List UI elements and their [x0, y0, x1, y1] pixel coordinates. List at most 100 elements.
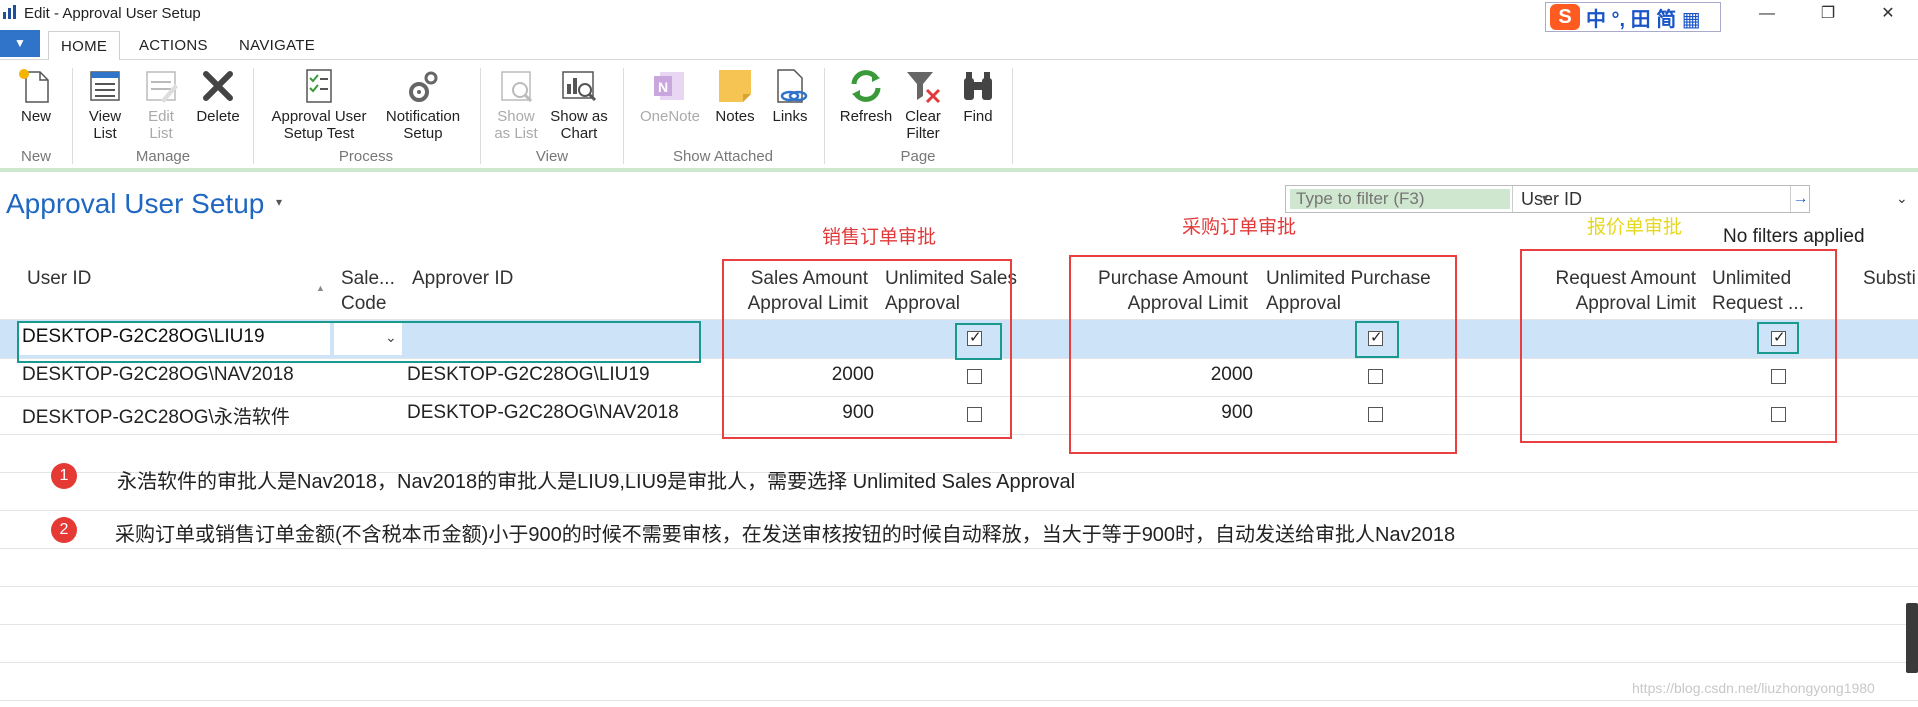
show-as-list-label: Show as List: [494, 108, 538, 142]
group-label-view: View: [535, 148, 569, 165]
ribbon-tabs: ▼ HOME ACTIONS NAVIGATE: [0, 30, 1918, 61]
column-header-sales-code[interactable]: Sale... Code: [341, 266, 395, 316]
sogou-logo-icon: S: [1550, 4, 1580, 30]
divider: [0, 510, 1918, 511]
binoculars-icon: [964, 72, 992, 100]
approval-user-setup-test-button[interactable]: Approval User Setup Test: [264, 66, 374, 142]
highlight-box-purchase-check: [1355, 321, 1399, 358]
highlight-box-request-check: [1757, 322, 1799, 354]
divider: [0, 624, 1918, 625]
separator: [480, 68, 481, 164]
chart-icon: [562, 71, 597, 102]
column-header-approver-id[interactable]: Approver ID: [412, 266, 513, 291]
ribbon: New New View List Edit List Delete Manag…: [0, 60, 1918, 172]
refresh-icon: [851, 70, 881, 102]
find-button[interactable]: Find: [957, 66, 999, 125]
view-list-icon: [90, 71, 120, 101]
tab-navigate[interactable]: NAVIGATE: [227, 31, 327, 60]
sort-ascending-icon: ▲: [316, 283, 325, 293]
column-header-substitute[interactable]: Substi: [1863, 266, 1916, 291]
table-cell-user-id[interactable]: DESKTOP-G2C28OG\NAV2018: [22, 364, 294, 386]
tab-actions[interactable]: ACTIONS: [127, 31, 220, 60]
clear-filter-label: Clear Filter: [905, 108, 941, 142]
onenote-icon: N: [654, 72, 684, 100]
notes-button[interactable]: Notes: [712, 66, 758, 125]
page-title-dropdown-icon[interactable]: ▾: [276, 195, 282, 209]
new-button[interactable]: New: [12, 66, 60, 125]
delete-label: Delete: [196, 108, 240, 125]
notification-setup-button[interactable]: Notification Setup: [378, 66, 468, 142]
table-cell-approver-id[interactable]: DESKTOP-G2C28OG\LIU19: [407, 364, 650, 386]
ime-status-icons: 中 °, ⽥ 简 ▦: [1586, 8, 1701, 31]
edit-list-icon: [146, 71, 178, 103]
collapse-filter-icon[interactable]: ⌄: [1896, 190, 1908, 207]
minimize-button[interactable]: —: [1747, 2, 1787, 26]
edit-list-label: Edit List: [148, 108, 174, 142]
svg-text:N: N: [658, 79, 668, 95]
chevron-down-icon[interactable]: ▾: [1542, 191, 1548, 205]
separator: [623, 68, 624, 164]
app-icon: [3, 5, 16, 19]
annotation-purchase: 采购订单审批: [1182, 217, 1297, 238]
header-line: Sale...: [341, 268, 395, 289]
view-list-button[interactable]: View List: [84, 66, 126, 142]
onenote-label: OneNote: [639, 108, 701, 125]
links-label: Links: [772, 108, 808, 125]
refresh-label: Refresh: [839, 108, 893, 125]
delete-icon: [203, 71, 233, 101]
separator: [824, 68, 825, 164]
notes-label: Notes: [715, 108, 755, 125]
separator: [1012, 68, 1013, 164]
clear-filter-button[interactable]: Clear Filter: [900, 66, 946, 142]
filter-input[interactable]: [1290, 189, 1510, 209]
watermark: https://blog.csdn.net/liuzhongyong1980: [1632, 680, 1875, 696]
refresh-button[interactable]: Refresh: [836, 66, 896, 125]
tab-home[interactable]: HOME: [48, 31, 121, 61]
onenote-button[interactable]: N OneNote: [634, 66, 706, 125]
divider: [0, 586, 1918, 587]
annotation-sales: 销售订单审批: [822, 227, 937, 248]
annotation-request: 报价单审批: [1587, 217, 1683, 238]
view-list-label: View List: [88, 108, 122, 142]
delete-button[interactable]: Delete: [193, 66, 243, 125]
table-cell-approver-id[interactable]: DESKTOP-G2C28OG\NAV2018: [407, 402, 679, 424]
page-title[interactable]: Approval User Setup: [6, 188, 264, 220]
notes-icon: [719, 70, 751, 102]
vertical-scrollbar[interactable]: [1906, 603, 1918, 673]
note-number-badge: 2: [51, 517, 77, 543]
checklist-icon: [306, 69, 332, 103]
show-as-chart-button[interactable]: Show as Chart: [546, 66, 612, 142]
apply-filter-arrow-icon[interactable]: →: [1790, 186, 1810, 212]
divider: [0, 548, 1918, 549]
divider: [0, 662, 1918, 663]
separator: [253, 68, 254, 164]
group-label-show-attached: Show Attached: [672, 148, 774, 165]
app-menu-button[interactable]: ▼: [0, 30, 40, 57]
window-title: Edit - Approval User Setup: [24, 5, 201, 22]
gears-icon: [409, 71, 438, 102]
note-text: 采购订单或销售订单金额(不含税本币金额)小于900的时候不需要审核，在发送审核按…: [115, 524, 1456, 546]
show-list-icon: [501, 71, 533, 103]
find-label: Find: [963, 108, 993, 125]
restore-button[interactable]: ❐: [1808, 2, 1848, 26]
links-button[interactable]: Links: [768, 66, 812, 125]
note-number-badge: 1: [51, 463, 77, 489]
new-doc-icon: [19, 69, 49, 103]
highlight-box-sales-check: [955, 323, 1002, 360]
filter-field-select[interactable]: User ID: [1515, 188, 1790, 210]
group-label-process: Process: [338, 148, 394, 165]
filter-status: No filters applied: [1723, 226, 1865, 247]
group-label-new: New: [20, 148, 51, 165]
new-label: New: [20, 108, 51, 125]
header-line: Code: [341, 293, 387, 314]
edit-list-button[interactable]: Edit List: [140, 66, 182, 142]
links-icon: [777, 69, 808, 103]
show-as-list-button[interactable]: Show as List: [492, 66, 540, 142]
table-cell-user-id[interactable]: DESKTOP-G2C28OG\永浩软件: [22, 402, 290, 429]
close-button[interactable]: ✕: [1868, 2, 1908, 26]
ime-toolbar[interactable]: S 中 °, ⽥ 简 ▦: [1545, 2, 1721, 32]
group-label-page: Page: [900, 148, 936, 165]
divider: [0, 700, 1918, 701]
column-header-user-id[interactable]: User ID: [27, 266, 91, 291]
note-text: 永浩软件的审批人是Nav2018，Nav2018的审批人是LIU9,LIU9是审…: [117, 471, 1076, 493]
